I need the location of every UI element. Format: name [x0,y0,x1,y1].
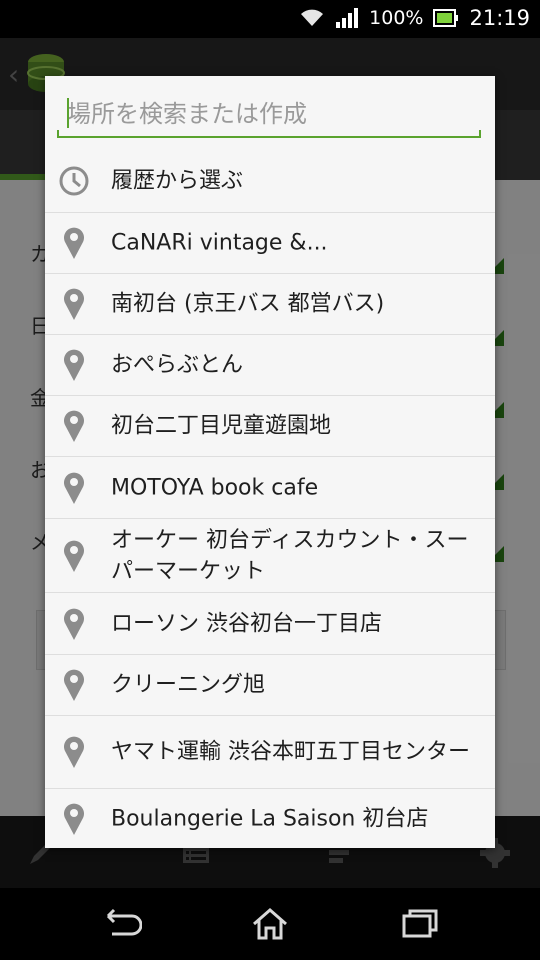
search-field-container [57,90,481,138]
place-item[interactable]: クリーニング旭 [45,654,495,715]
place-item[interactable]: ローソン 渋谷初台一丁目店 [45,592,495,654]
place-item-label: 初台二丁目児童遊園地 [111,413,332,439]
place-item[interactable]: 初台二丁目児童遊園地 [45,395,495,456]
place-item-label: おぺらぶとん [111,352,244,378]
place-item-label: CaNARi vintage &... [111,230,328,256]
place-search-input[interactable] [57,90,481,134]
map-pin-icon [64,227,84,259]
clock-icon [59,166,89,196]
text-cursor [67,98,69,128]
navigation-bar [0,888,540,960]
wifi-icon [301,9,324,26]
status-bar: 100% 21:19 [0,0,540,38]
recent-apps-button-icon[interactable] [400,906,440,942]
place-picker-dialog: 履歴から選ぶ CaNARi vintage &... 南初台 (京王バス 都営バ… [45,76,495,848]
place-item[interactable]: おぺらぶとん [45,334,495,395]
map-pin-icon [64,736,84,768]
history-item-label: 履歴から選ぶ [111,168,244,194]
place-item-label: Boulangerie La Saison 初台店 [111,806,429,831]
history-item[interactable]: 履歴から選ぶ [45,150,495,212]
map-pin-icon [64,288,84,320]
place-item[interactable]: 南初台 (京王バス 都営バス) [45,273,495,334]
map-pin-icon [64,410,84,442]
place-item-label: ローソン 渋谷初台一丁目店 [111,611,382,636]
place-item-label: 南初台 (京王バス 都営バス) [111,291,385,317]
place-item[interactable]: MOTOYA book cafe [45,456,495,518]
map-pin-icon [64,349,84,381]
map-pin-icon [64,540,84,572]
map-pin-icon [64,669,84,701]
map-pin-icon [64,472,84,504]
map-pin-icon [64,608,84,640]
signal-icon [336,8,359,28]
status-right: 100% 21:19 [299,6,530,30]
battery-icon [433,9,459,27]
map-pin-icon [64,803,84,835]
place-item[interactable]: オーケー 初台ディスカウント・スーパーマーケット [45,518,495,592]
battery-percent: 100% [369,7,424,29]
place-item-label: MOTOYA book cafe [111,475,319,500]
place-item[interactable]: Boulangerie La Saison 初台店 [45,788,495,848]
back-button-icon[interactable] [102,906,142,942]
home-button-icon[interactable] [250,906,290,942]
place-item[interactable]: ヤマト運輸 渋谷本町五丁目センター [45,715,495,788]
status-clock: 21:19 [469,6,530,30]
place-item-label: ヤマト運輸 渋谷本町五丁目センター [111,739,470,765]
place-item[interactable]: CaNARi vintage &... [45,212,495,273]
place-item-label: オーケー 初台ディスカウント・スーパーマーケット [111,527,469,584]
search-underline [57,130,481,138]
place-item-label: クリーニング旭 [111,672,266,698]
